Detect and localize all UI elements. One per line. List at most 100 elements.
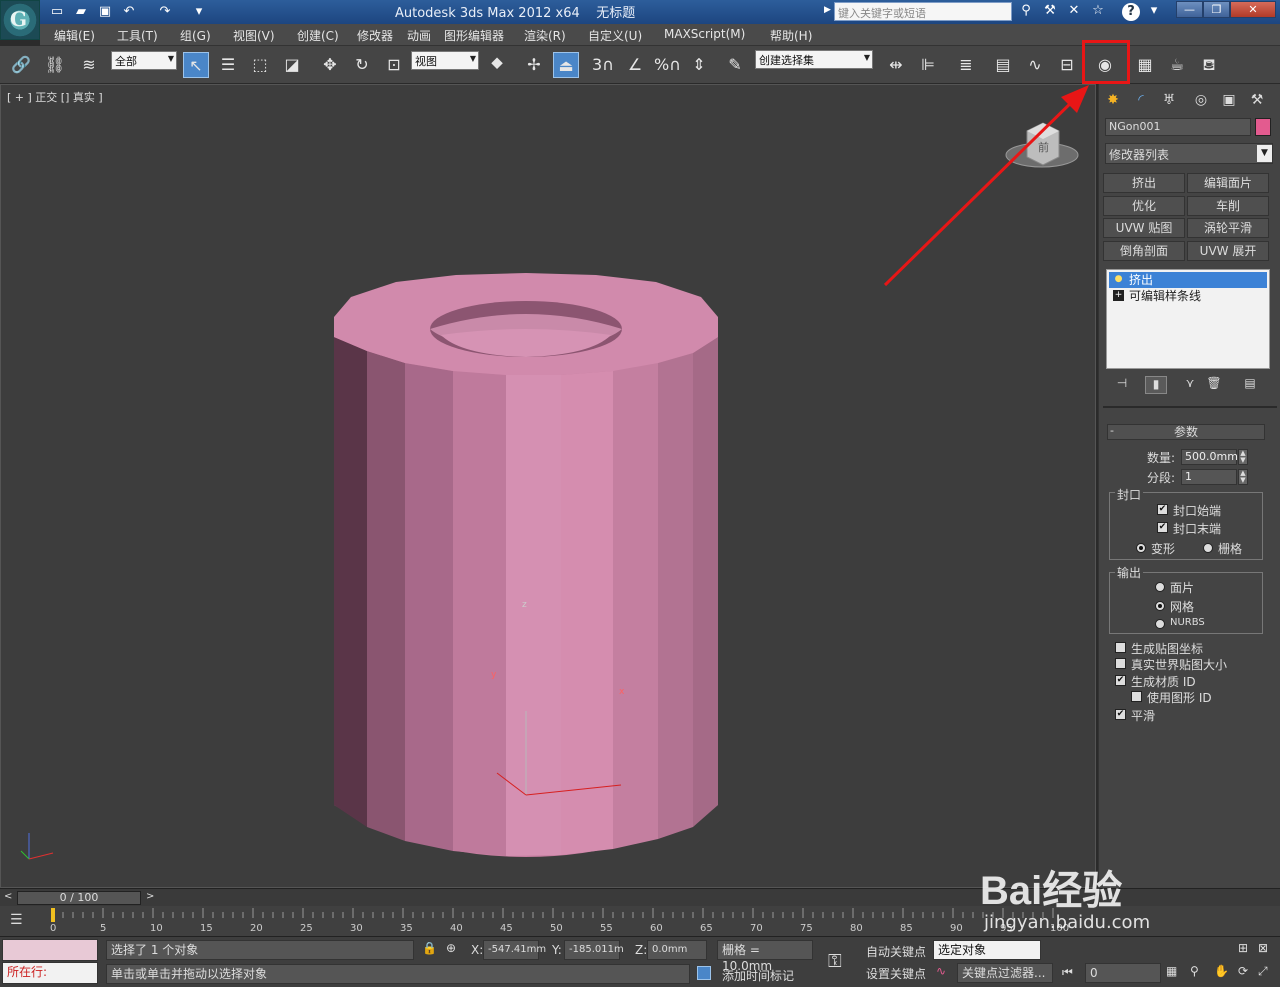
z-coord-field[interactable]: 0.0mm (647, 940, 707, 960)
orbit-icon[interactable]: ⟳ (1238, 964, 1248, 978)
prev-frame-icon[interactable]: < (4, 891, 12, 902)
reference-coordinate-dropdown[interactable]: 视图 (411, 51, 479, 70)
time-config-icon[interactable]: ▦ (1166, 964, 1177, 978)
menu-help[interactable]: 帮助(H) (770, 27, 812, 44)
morph-radio[interactable] (1136, 543, 1146, 553)
stack-item-editable-spline[interactable]: + 可编辑样条线 (1109, 288, 1267, 304)
turbosmooth-button[interactable]: 涡轮平滑 (1187, 218, 1269, 238)
selection-filter-dropdown[interactable]: 全部 (111, 51, 177, 70)
maximize-button[interactable]: ❐ (1203, 1, 1230, 18)
edit-patch-button[interactable]: 编辑面片 (1187, 173, 1269, 193)
perspective-viewport[interactable]: [ + ] 正交 [] 真实 ] 前 z x y (0, 84, 1096, 888)
light-bulb-icon[interactable]: ● (1113, 274, 1124, 285)
menu-views[interactable]: 视图(V) (233, 27, 275, 44)
gen-matid-checkbox[interactable]: ✔ (1115, 675, 1126, 686)
select-move-icon[interactable]: ✥ (317, 52, 343, 78)
menu-create[interactable]: 创建(C) (297, 27, 339, 44)
modifier-list-dropdown[interactable]: 修改器列表 (1105, 143, 1273, 164)
set-key-button[interactable]: 设置关键点 (866, 965, 926, 982)
undo-icon[interactable]: ↶ (120, 3, 138, 21)
window-crossing-icon[interactable]: ◪ (279, 52, 305, 78)
key-icon[interactable]: ⚿ (828, 951, 842, 972)
select-object-icon[interactable]: ↖ (183, 52, 209, 78)
render-setup-icon[interactable]: ▦ (1132, 52, 1158, 78)
zoom-extents-icon[interactable]: ⊞ (1238, 941, 1248, 955)
chevron-down-icon[interactable]: ▼ (1257, 145, 1272, 162)
percent-snap-icon[interactable]: %∩ (654, 52, 681, 78)
maximize-viewport-icon[interactable]: ⤢ (1258, 964, 1268, 979)
communication-icon[interactable]: ✕ (1064, 3, 1084, 21)
bevel-profile-button[interactable]: 倒角剖面 (1103, 241, 1185, 261)
snap-toggle-icon[interactable]: 3∩ (590, 52, 616, 78)
maxscript-listener-mini[interactable] (2, 939, 98, 961)
cap-start-checkbox[interactable]: ✔ (1157, 504, 1168, 515)
expand-plus-icon[interactable]: + (1113, 290, 1124, 301)
favorites-icon[interactable]: ☆ (1088, 3, 1108, 21)
save-file-icon[interactable]: ▣ (96, 3, 114, 21)
real-world-map-checkbox[interactable] (1115, 658, 1126, 669)
menu-edit[interactable]: 编辑(E) (54, 27, 95, 44)
close-button[interactable]: ✕ (1230, 1, 1276, 18)
schematic-view-icon[interactable]: ⊟ (1054, 52, 1080, 78)
patch-radio[interactable] (1155, 582, 1165, 592)
select-rotate-icon[interactable]: ↻ (349, 52, 375, 78)
time-tag-icon[interactable] (697, 966, 711, 980)
motion-tab-icon[interactable]: ◎ (1189, 88, 1213, 112)
menu-rendering[interactable]: 渲染(R) (524, 27, 566, 44)
y-coord-field[interactable]: -185.011m (564, 940, 624, 960)
next-frame-icon[interactable]: > (146, 891, 154, 902)
time-slider[interactable]: 0 / 100 (17, 891, 141, 905)
select-by-name-icon[interactable]: ☰ (215, 52, 241, 78)
utilities-tab-icon[interactable]: ⚒ (1245, 88, 1269, 112)
uvw-map-button[interactable]: UVW 贴图 (1103, 218, 1185, 238)
curve-editor-mini-icon[interactable]: ☰ (10, 912, 23, 928)
align-icon[interactable]: ⊫ (915, 52, 941, 78)
redo-icon[interactable]: ↷ (156, 3, 174, 21)
unwrap-uvw-button[interactable]: UVW 展开 (1187, 241, 1269, 261)
segments-spinner[interactable]: 1 (1181, 469, 1237, 485)
absolute-mode-icon[interactable]: ⊕ (446, 941, 456, 955)
edit-named-selection-icon[interactable]: ✎ (722, 52, 748, 78)
parameters-rollout-header[interactable]: 参数 (1107, 424, 1265, 440)
cap-end-checkbox[interactable]: ✔ (1157, 522, 1168, 533)
pivot-center-icon[interactable]: ⯁ (484, 52, 510, 78)
collapse-rollout-icon[interactable]: - (1110, 424, 1114, 437)
remove-modifier-icon[interactable]: 🗑 (1203, 376, 1225, 394)
lathe-button[interactable]: 车削 (1187, 196, 1269, 216)
render-production-icon[interactable]: ⛾ (1196, 52, 1222, 78)
smooth-checkbox[interactable]: ✔ (1115, 709, 1126, 720)
create-tab-icon[interactable]: ✸ (1101, 88, 1125, 112)
curve-editor-icon[interactable]: ∿ (1022, 52, 1048, 78)
open-file-icon[interactable]: ▰ (72, 3, 90, 21)
segments-spinner-arrows[interactable]: ▲ ▼ (1238, 469, 1248, 485)
rendered-frame-window-icon[interactable]: ☕ (1164, 52, 1190, 78)
rectangular-selection-icon[interactable]: ⬚ (247, 52, 273, 78)
nurbs-radio[interactable] (1155, 619, 1165, 629)
add-time-tag-button[interactable]: 添加时间标记 (722, 967, 794, 984)
select-link-icon[interactable]: 🔗 (8, 52, 34, 78)
stack-item-extrude[interactable]: ● 挤出 (1109, 272, 1267, 288)
zoom-icon[interactable]: ⚲ (1190, 964, 1199, 978)
select-scale-icon[interactable]: ⊡ (381, 52, 407, 78)
selection-set-dropdown[interactable]: 选定对象 (933, 940, 1041, 960)
search-expand-icon[interactable]: ▶ (824, 5, 831, 15)
pan-icon[interactable]: ✋ (1214, 964, 1229, 978)
graphite-tools-icon[interactable]: ▤ (990, 52, 1016, 78)
layer-manager-icon[interactable]: ≣ (953, 52, 979, 78)
search-input[interactable]: 键入关键字或短语 (834, 2, 1012, 21)
quick-access-dropdown-icon[interactable]: ▾ (190, 3, 208, 21)
menu-graph-editors[interactable]: 图形编辑器 (444, 27, 504, 44)
gen-mapping-checkbox[interactable] (1115, 642, 1126, 653)
new-file-icon[interactable]: ▭ (48, 3, 66, 21)
bind-space-warp-icon[interactable]: ≋ (76, 52, 102, 78)
subscription-icon[interactable]: ⚒ (1040, 3, 1060, 21)
auto-key-button[interactable]: 自动关键点 (866, 943, 926, 960)
menu-customize[interactable]: 自定义(U) (588, 27, 642, 44)
goto-start-icon[interactable]: ⏮ (1062, 965, 1073, 980)
show-end-result-icon[interactable]: ▮ (1145, 376, 1167, 394)
app-menu-button[interactable]: G (0, 0, 40, 40)
display-tab-icon[interactable]: ▣ (1217, 88, 1241, 112)
spinner-snap-icon[interactable]: ⇕ (686, 52, 712, 78)
lock-selection-icon[interactable]: 🔒 (422, 941, 437, 955)
minimize-button[interactable]: — (1176, 1, 1203, 18)
